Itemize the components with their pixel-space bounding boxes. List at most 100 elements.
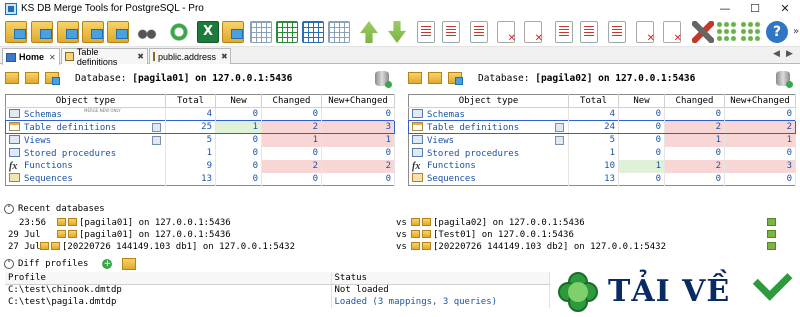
- db-value: [pagila01] on 127.0.0.1:5436: [132, 72, 293, 84]
- open-folder-icon[interactable]: [5, 21, 27, 43]
- left-object-table: Object type Total New Changed New+Change…: [5, 94, 395, 186]
- grid-blue-icon[interactable]: [302, 21, 324, 43]
- col-new[interactable]: New: [618, 94, 665, 108]
- open-folder-icon[interactable]: [408, 72, 422, 84]
- col-new-changed[interactable]: New+Changed: [724, 94, 796, 108]
- col-total[interactable]: Total: [568, 94, 619, 108]
- new-changed-cell: 0: [724, 172, 796, 186]
- toolbar-overflow-icon[interactable]: »: [790, 21, 800, 43]
- merge-right-icon[interactable]: [636, 21, 655, 44]
- tab-table-definitions[interactable]: Table definitions ✖: [61, 47, 148, 67]
- recent-folder-icon[interactable]: [428, 72, 442, 84]
- prev-difference-icon[interactable]: [360, 21, 378, 43]
- table-row[interactable]: Schemas 4 0 0 0: [408, 107, 796, 121]
- close-button[interactable]: ✕: [770, 0, 800, 17]
- script-left-icon[interactable]: [442, 21, 460, 43]
- grid-green-icon[interactable]: [276, 21, 298, 43]
- minimize-button[interactable]: —: [710, 0, 740, 17]
- refresh-icon[interactable]: [168, 21, 190, 43]
- new-changed-cell: 0: [321, 146, 395, 160]
- script-right-icon[interactable]: [470, 21, 488, 43]
- copy-icon[interactable]: [152, 136, 161, 145]
- add-profile-icon[interactable]: +: [102, 259, 113, 269]
- col-status[interactable]: Status: [331, 272, 550, 285]
- excel-export-icon[interactable]: X: [197, 21, 219, 43]
- table-row[interactable]: Schemas MERGE NEW ONLY 4 0 0 0: [5, 107, 395, 121]
- delete-left-icon[interactable]: [663, 21, 682, 44]
- grid-compare-icon[interactable]: [328, 21, 350, 43]
- new-connection-icon[interactable]: [45, 72, 60, 85]
- new-cell: 0: [618, 107, 665, 121]
- new-connection-icon[interactable]: [448, 72, 463, 85]
- open-pair-icon[interactable]: [767, 218, 776, 226]
- table-row[interactable]: Sequences 13 0 0 0: [408, 172, 796, 186]
- table-row-selected[interactable]: Table definitions 24 0 2 2: [408, 120, 796, 134]
- object-name: Stored procedures: [24, 148, 117, 159]
- compare-doc3-icon[interactable]: [608, 21, 626, 43]
- collapse-icon[interactable]: ˄: [4, 259, 14, 269]
- copy-icon[interactable]: [555, 123, 564, 132]
- tab-label: Home: [19, 52, 45, 62]
- open-pair-icon[interactable]: [767, 242, 776, 250]
- export-folder-icon[interactable]: [222, 21, 244, 43]
- col-changed[interactable]: Changed: [261, 94, 322, 108]
- col-changed[interactable]: Changed: [664, 94, 725, 108]
- next-difference-icon[interactable]: [388, 21, 406, 43]
- col-new-changed[interactable]: New+Changed: [321, 94, 395, 108]
- tab-public-address[interactable]: public.address ✖: [149, 48, 231, 64]
- changed-cell: 2: [261, 159, 322, 173]
- tabs-scroll-left-icon[interactable]: ◀: [773, 49, 780, 59]
- maximize-button[interactable]: ☐: [740, 0, 770, 17]
- col-profile[interactable]: Profile: [5, 272, 332, 285]
- open-folder-icon[interactable]: [5, 72, 19, 84]
- recent-item[interactable]: 29 Jul [pagila01] on 127.0.0.1:5436 vs […: [0, 230, 800, 242]
- recent-item[interactable]: 23:56 [pagila01] on 127.0.0.1:5436 vs [p…: [0, 218, 800, 230]
- collapse-icon[interactable]: ˄: [4, 204, 14, 214]
- save-project-icon[interactable]: [82, 21, 104, 43]
- total-cell: 10: [568, 159, 619, 173]
- merge-icon[interactable]: [497, 21, 516, 44]
- database-refresh-icon[interactable]: [776, 71, 793, 88]
- tab-close-icon[interactable]: ✖: [221, 52, 228, 61]
- copy-icon[interactable]: [555, 136, 564, 145]
- col-object-type[interactable]: Object type: [408, 94, 569, 108]
- table-row[interactable]: Stored procedures 1 0 0 0: [408, 146, 796, 160]
- col-object-type[interactable]: Object type: [5, 94, 166, 108]
- table-row[interactable]: C:\test\chinook.dmtdp Not loaded: [5, 284, 550, 296]
- compare-doc2-icon[interactable]: [580, 21, 598, 43]
- open-pair-icon[interactable]: [767, 230, 776, 238]
- open-right-folder-icon[interactable]: [57, 21, 79, 43]
- col-total[interactable]: Total: [165, 94, 216, 108]
- table-row[interactable]: Sequences 13 0 0 0: [5, 172, 395, 186]
- database-refresh-icon[interactable]: [375, 71, 392, 88]
- collapse-all-icon[interactable]: [740, 21, 762, 43]
- tab-close-icon[interactable]: ✖: [137, 52, 144, 61]
- tabs-scroll-right-icon[interactable]: ▶: [786, 49, 793, 59]
- table-row[interactable]: Stored procedures 1 0 0 0: [5, 146, 395, 160]
- grid-view-icon[interactable]: [250, 21, 272, 43]
- binoculars-icon[interactable]: [136, 21, 158, 43]
- tab-home[interactable]: Home ✕: [2, 48, 60, 65]
- table-row[interactable]: fx Functions 9 0 2 2: [5, 159, 395, 173]
- tools-icon[interactable]: [692, 21, 714, 43]
- table-row-selected[interactable]: Table definitions 25 1 2 3: [5, 120, 395, 134]
- table-row[interactable]: Views 5 0 1 1: [5, 133, 395, 147]
- open-profile-folder-icon[interactable]: [122, 258, 137, 270]
- col-new[interactable]: New: [215, 94, 262, 108]
- recent-folder-icon[interactable]: [25, 72, 39, 84]
- script-icon[interactable]: [417, 21, 435, 43]
- open-left-folder-icon[interactable]: [31, 21, 53, 43]
- compare-doc-icon[interactable]: [555, 21, 573, 43]
- help-icon[interactable]: ?: [766, 21, 788, 43]
- recent-item[interactable]: 27 Jul [20220726 144149.103 db1] on 127.…: [0, 242, 800, 254]
- copy-icon[interactable]: [152, 123, 161, 132]
- table-row[interactable]: fx Functions 10 1 2 3: [408, 159, 796, 173]
- table-row[interactable]: C:\test\pagila.dmtdp Loaded (3 mappings,…: [5, 296, 550, 308]
- expand-all-icon[interactable]: [716, 21, 738, 43]
- table-row[interactable]: Views 5 0 1 1: [408, 133, 796, 147]
- changed-cell: 2: [664, 159, 725, 173]
- save-as-icon[interactable]: [107, 21, 129, 43]
- delete-right-icon[interactable]: [524, 21, 543, 44]
- changed-cell: 1: [261, 133, 322, 147]
- tab-close-icon[interactable]: ✕: [49, 53, 56, 62]
